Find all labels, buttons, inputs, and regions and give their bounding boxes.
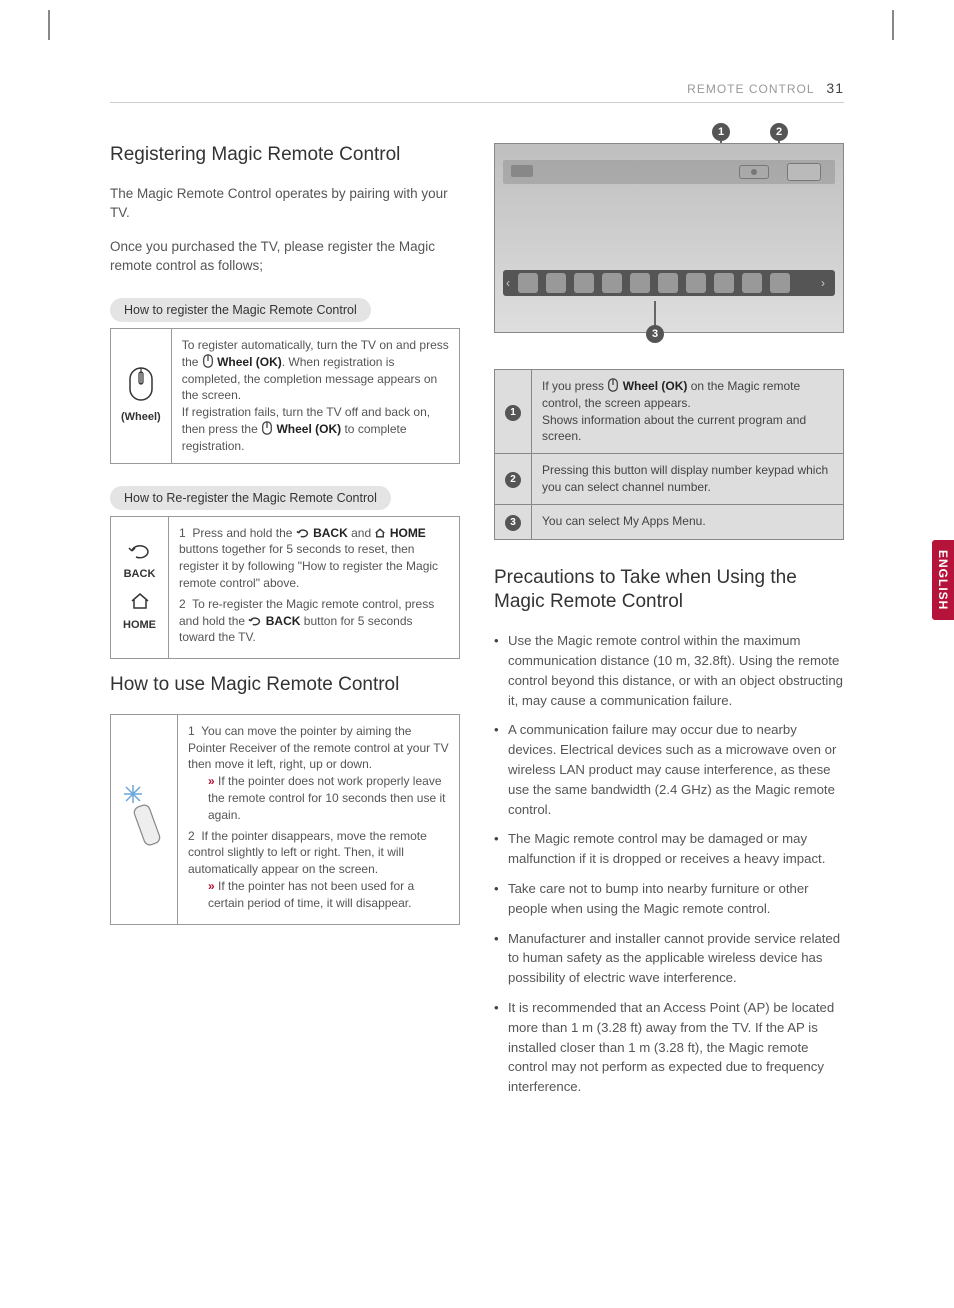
row1-num: 1: [495, 370, 532, 454]
row1-text: If you press Wheel (OK) on the Magic rem…: [532, 370, 844, 454]
page-content: REMOTE CONTROL 31 Registering Magic Remo…: [110, 80, 844, 1228]
use-text: 1 You can move the pointer by aiming the…: [178, 714, 460, 924]
row2-num: 2: [495, 454, 532, 505]
wheel-inline-icon-2: [261, 421, 273, 435]
heading-registering: Registering Magic Remote Control: [110, 143, 460, 168]
heading-how-to-use: How to use Magic Remote Control: [110, 673, 460, 698]
bullet-4: Take care not to bump into nearby furnit…: [494, 879, 844, 919]
running-header: REMOTE CONTROL 31: [110, 80, 844, 103]
wheel-inline-icon-3: [607, 378, 619, 392]
back-label: BACK: [121, 567, 158, 582]
register-text: To register automatically, turn the TV o…: [171, 328, 459, 463]
register-table: (Wheel) To register automatically, turn …: [110, 328, 460, 464]
callout-table: 1 If you press Wheel (OK) on the Magic r…: [494, 369, 844, 540]
rr1a: Press and hold the: [192, 526, 295, 540]
r1-wheel: Wheel (OK): [623, 379, 688, 393]
bullet-2: A communication failure may occur due to…: [494, 720, 844, 819]
home-inline-icon: [374, 528, 386, 538]
bullet-1: Use the Magic remote control within the …: [494, 631, 844, 710]
reg-wheel-ok: Wheel (OK): [217, 355, 282, 369]
wheel-icon: [127, 366, 155, 402]
home-label: HOME: [121, 618, 158, 633]
use-table: 1 You can move the pointer by aiming the…: [110, 714, 460, 925]
screen-topbar: [503, 160, 835, 184]
note-pref-2: »: [208, 879, 215, 893]
pill-how-to-reregister: How to Re-register the Magic Remote Cont…: [110, 486, 391, 510]
precautions-list: Use the Magic remote control within the …: [494, 631, 844, 1097]
wheel-icon-cell: (Wheel): [111, 328, 172, 463]
use2: If the pointer disappears, move the remo…: [188, 829, 427, 877]
row2-text: Pressing this button will display number…: [532, 454, 844, 505]
pill-how-to-register: How to register the Magic Remote Control: [110, 298, 371, 322]
r1c: Shows information about the current prog…: [542, 413, 806, 444]
left-column: Registering Magic Remote Control The Mag…: [110, 143, 460, 1107]
header-section: REMOTE CONTROL: [687, 82, 814, 96]
tv-screen-diagram: 1 2 ‹ › 3: [494, 143, 844, 333]
right-column: 1 2 ‹ › 3: [494, 143, 844, 1107]
row3-text: You can select My Apps Menu.: [532, 504, 844, 539]
bullet-6: It is recommended that an Access Point (…: [494, 998, 844, 1097]
note-pref-1: »: [208, 774, 215, 788]
back-icon: [128, 542, 152, 560]
wheel-label: (Wheel): [121, 410, 161, 425]
remote-icon-cell: [111, 714, 178, 924]
rr-back-2: BACK: [266, 614, 301, 628]
callout-2: 2: [770, 123, 788, 141]
rr1b: and: [351, 526, 374, 540]
callout-1: 1: [712, 123, 730, 141]
heading-precautions: Precautions to Take when Using the Magic…: [494, 566, 844, 615]
bullet-5: Manufacturer and installer cannot provid…: [494, 929, 844, 988]
intro-1: The Magic Remote Control operates by pai…: [110, 184, 460, 223]
magic-remote-icon: [121, 781, 167, 851]
page-number: 31: [826, 80, 844, 96]
intro-2: Once you purchased the TV, please regist…: [110, 237, 460, 276]
rr-home: HOME: [390, 526, 426, 540]
reregister-text: 1 Press and hold the BACK and HOME butto…: [169, 516, 460, 659]
use1-note: If the pointer does not work properly le…: [208, 774, 445, 822]
language-tab: ENGLISH: [932, 540, 954, 620]
home-icon: [129, 592, 151, 610]
row3-num: 3: [495, 504, 532, 539]
screen-dock: ‹ ›: [503, 270, 835, 296]
use1: You can move the pointer by aiming the P…: [188, 724, 449, 772]
back-inline-icon: [296, 528, 310, 538]
rr-back: BACK: [313, 526, 348, 540]
reregister-table: BACK HOME 1 Press and hold the BACK and …: [110, 516, 460, 660]
callout-3: 3: [646, 325, 664, 343]
rr1c: buttons together for 5 seconds to reset,…: [179, 542, 438, 590]
use2-note: If the pointer has not been used for a c…: [208, 879, 414, 910]
bullet-3: The Magic remote control may be damaged …: [494, 829, 844, 869]
r1a: If you press: [542, 379, 607, 393]
reg-wheel-ok-2: Wheel (OK): [276, 422, 341, 436]
back-inline-icon-2: [248, 616, 262, 626]
wheel-inline-icon: [202, 354, 214, 368]
back-home-icon-cell: BACK HOME: [111, 516, 169, 659]
